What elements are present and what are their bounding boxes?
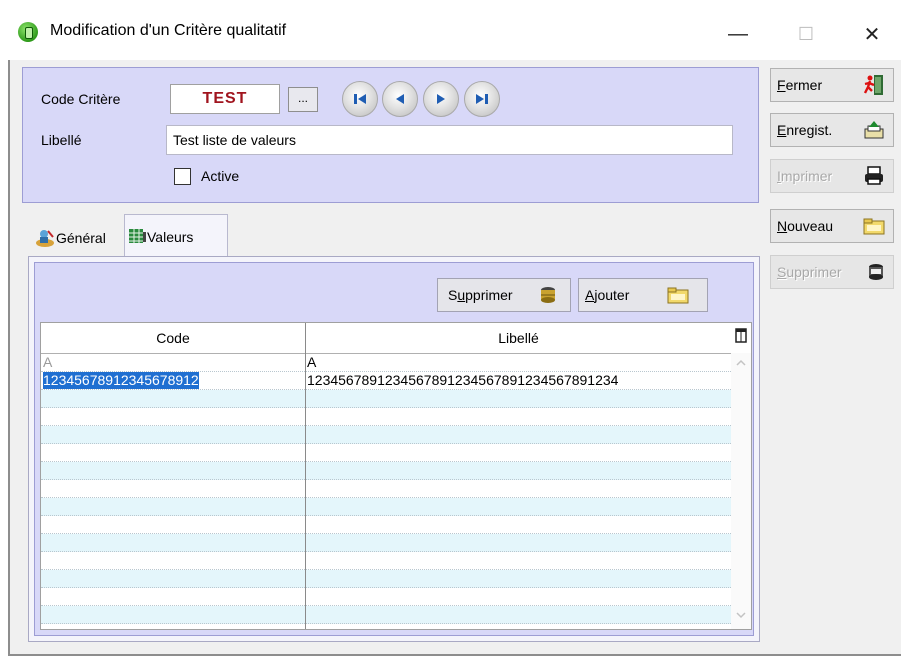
table-row[interactable]: [41, 408, 731, 426]
imprimer-label: Imprimer: [777, 168, 832, 184]
active-label[interactable]: Active: [201, 168, 239, 184]
window-border-bottom: [8, 654, 901, 656]
active-checkbox[interactable]: [174, 168, 191, 185]
tab-general[interactable]: Général: [30, 220, 110, 256]
table-row[interactable]: A A: [41, 354, 731, 372]
previous-record-icon: [396, 94, 404, 104]
column-header-libelle[interactable]: Libellé: [306, 323, 731, 353]
delete-value-label-s: S: [448, 287, 458, 303]
table-row[interactable]: [41, 570, 731, 588]
nouveau-label-rest: ouveau: [787, 218, 834, 234]
libelle-label: Libellé: [41, 132, 82, 148]
next-record-button[interactable]: [423, 81, 459, 117]
scroll-up-icon[interactable]: [736, 359, 746, 367]
column-header-code[interactable]: Code: [41, 323, 305, 353]
add-value-label-rest: jouter: [594, 287, 630, 303]
exit-icon: [863, 75, 883, 95]
table-row[interactable]: [41, 444, 731, 462]
lookup-button[interactable]: ...: [288, 87, 318, 112]
nouveau-button[interactable]: Nouveau: [770, 209, 894, 243]
table-row[interactable]: [41, 498, 731, 516]
vertical-scrollbar[interactable]: [731, 353, 751, 629]
grid-header: Code Libellé: [41, 323, 751, 354]
delete-value-label-rest: pprimer: [465, 287, 513, 303]
first-record-button[interactable]: [342, 81, 378, 117]
enregistrer-button[interactable]: Enregist.: [770, 113, 894, 147]
app-icon: [18, 22, 38, 42]
tab-general-label: Général: [56, 230, 106, 246]
general-icon: [36, 230, 54, 247]
cell-code[interactable]: A: [43, 354, 303, 371]
add-value-label-key: A: [585, 287, 595, 303]
libelle-input[interactable]: Test liste de valeurs: [166, 125, 733, 155]
imprimer-button[interactable]: Imprimer: [770, 159, 894, 193]
folder-icon: [667, 287, 689, 304]
window-border: [8, 60, 10, 656]
last-record-button[interactable]: [464, 81, 500, 117]
supprimer-button[interactable]: Supprimer: [770, 255, 894, 289]
cell-code-selected[interactable]: 1234567891234567891​2: [43, 372, 199, 389]
supprimer-label-key: S: [777, 264, 787, 280]
values-grid[interactable]: Code Libellé A A 1234567891234567891​2 1…: [40, 322, 752, 630]
printer-icon: [865, 166, 883, 185]
table-row[interactable]: [41, 480, 731, 498]
enregistrer-label: Enregist.: [777, 122, 832, 138]
cell-libelle[interactable]: 1234567891234567891234567891234567891234: [307, 372, 727, 389]
barrel-icon: [540, 287, 555, 303]
barrel-icon: [869, 264, 883, 280]
first-record-icon: [354, 94, 366, 104]
delete-value-button[interactable]: Su pprimer: [437, 278, 571, 312]
table-row[interactable]: [41, 534, 731, 552]
delete-value-label-key: u: [457, 287, 466, 303]
table-row[interactable]: [41, 516, 731, 534]
cell-libelle[interactable]: A: [307, 354, 727, 371]
scroll-down-icon[interactable]: [736, 611, 746, 619]
previous-record-button[interactable]: [382, 81, 418, 117]
next-record-icon: [437, 94, 445, 104]
minimize-button[interactable]: —: [718, 16, 758, 52]
table-row[interactable]: 1234567891234567891​2 123456789123456789…: [41, 372, 731, 390]
table-row[interactable]: [41, 606, 731, 624]
table-row[interactable]: [41, 426, 731, 444]
code-field[interactable]: TEST: [170, 84, 280, 114]
new-folder-icon: [863, 218, 885, 235]
table-row[interactable]: [41, 390, 731, 408]
last-record-icon: [476, 94, 488, 104]
table-row[interactable]: [41, 462, 731, 480]
fermer-label: Fermer: [777, 77, 822, 93]
nouveau-label-key: N: [777, 218, 788, 234]
tab-valeurs-label: Valeurs: [147, 228, 194, 245]
selected-text: 1234567891234567891​2: [43, 372, 199, 389]
table-row[interactable]: [41, 588, 731, 606]
enregistrer-label-key: E: [777, 122, 787, 138]
table-row[interactable]: [41, 552, 731, 570]
fermer-label-rest: ermer: [785, 77, 823, 93]
supprimer-label: Supprimer: [777, 264, 842, 280]
nouveau-label: Nouveau: [777, 218, 833, 234]
window-title: Modification d'un Critère qualitatif: [50, 22, 287, 39]
add-value-button[interactable]: Ajouter: [578, 278, 708, 312]
column-chooser-icon[interactable]: [731, 323, 751, 353]
code-label: Code Critère: [41, 91, 121, 107]
close-button[interactable]: ✕: [852, 16, 892, 52]
imprimer-label-rest: mprimer: [780, 168, 833, 184]
tab-valeurs[interactable]: Valeurs: [124, 214, 228, 258]
grid-icon: [129, 228, 146, 243]
fermer-label-key: F: [777, 77, 786, 93]
maximize-button[interactable]: ☐: [786, 16, 826, 52]
supprimer-label-rest: upprimer: [786, 264, 842, 280]
fermer-button[interactable]: Fermer: [770, 68, 894, 102]
save-icon: [864, 121, 884, 139]
column-separator[interactable]: [305, 323, 306, 629]
enregistrer-label-rest: nregist.: [786, 122, 833, 138]
